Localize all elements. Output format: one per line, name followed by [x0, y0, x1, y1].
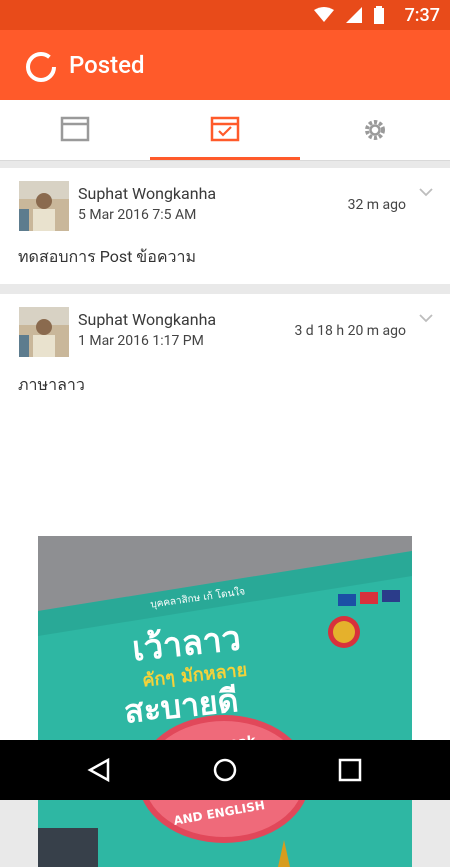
tab-bar [0, 100, 450, 161]
post-message: ภาษาลาว [18, 375, 85, 394]
post-author[interactable]: Suphat Wongkanha [78, 310, 216, 329]
status-icons [314, 6, 384, 24]
app-logo-icon [26, 52, 56, 82]
tab-feed[interactable] [0, 100, 150, 160]
post-relative-time: 32 m ago [347, 197, 406, 213]
gear-icon [365, 120, 385, 140]
chevron-down-icon[interactable] [418, 186, 434, 198]
chevron-down-icon[interactable] [418, 312, 434, 324]
signal-icon [346, 7, 362, 23]
post-author[interactable]: Suphat Wongkanha [78, 184, 216, 203]
status-bar: 7:37 [0, 0, 450, 30]
avatar [19, 181, 69, 231]
status-time: 7:37 [404, 5, 440, 26]
window-icon [60, 116, 90, 142]
post-card[interactable]: Suphat Wongkanha 1 Mar 2016 1:17 PM 3 d … [0, 294, 450, 867]
system-nav-bar [0, 740, 450, 800]
tab-settings[interactable] [300, 100, 450, 160]
recents-icon[interactable] [336, 756, 364, 784]
battery-icon [374, 6, 384, 24]
post-feed: Suphat Wongkanha 5 Mar 2016 7:5 AM 32 m … [0, 168, 450, 867]
post-relative-time: 3 d 18 h 20 m ago [294, 323, 406, 339]
posted-window-icon [210, 116, 240, 142]
post-photo[interactable] [38, 536, 412, 867]
tab-posted[interactable] [150, 100, 300, 160]
home-icon[interactable] [211, 756, 239, 784]
app-title: Posted [69, 51, 145, 79]
post-date: 5 Mar 2016 7:5 AM [78, 207, 197, 223]
post-message: ทดสอบการ Post ข้อความ [18, 247, 197, 266]
avatar [19, 307, 69, 357]
wifi-icon [314, 7, 334, 22]
back-icon[interactable] [86, 756, 114, 784]
post-date: 1 Mar 2016 1:17 PM [78, 333, 204, 349]
post-card[interactable]: Suphat Wongkanha 5 Mar 2016 7:5 AM 32 m … [0, 168, 450, 284]
app-bar: Posted [0, 30, 450, 100]
